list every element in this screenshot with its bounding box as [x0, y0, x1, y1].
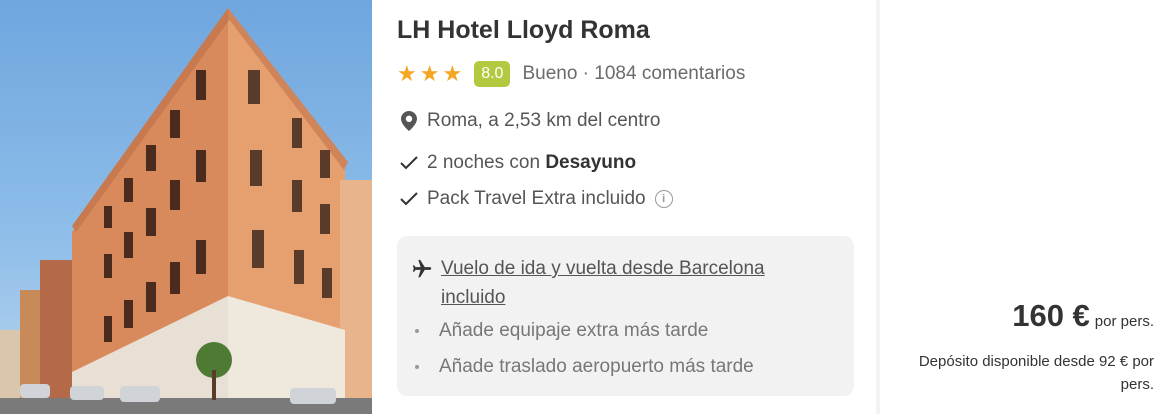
location-row: Roma, a 2,53 km del centro [397, 110, 660, 132]
star-icon: ★ [442, 61, 463, 86]
airport-transfer-text: Añade traslado aeropuerto más tarde [439, 356, 754, 377]
info-icon[interactable]: i [654, 190, 673, 208]
price-amount: 160 € [1012, 298, 1090, 333]
check-icon [397, 192, 421, 206]
nights-prefix: 2 noches con [427, 152, 546, 173]
board-type: Desayuno [545, 152, 637, 173]
nights-row: 2 noches con Desayuno [397, 152, 636, 174]
pack-row: Pack Travel Extra incluido i [397, 188, 673, 210]
location-text: Roma, a 2,53 km del centro [427, 110, 661, 131]
hotel-info: LH Hotel Lloyd Roma ★ ★ ★ 8.0 Bueno · 10… [372, 0, 878, 414]
price-unit: por pers. [1094, 313, 1154, 330]
hotel-photo[interactable] [0, 0, 372, 414]
location-pin-icon [397, 111, 421, 131]
extra-luggage-item: Añade equipaje extra más tarde [415, 320, 708, 342]
extra-luggage-text: Añade equipaje extra más tarde [439, 320, 709, 341]
nights-text: 2 noches con Desayuno [427, 152, 636, 174]
flight-box: Vuelo de ida y vuelta desde Barcelona in… [397, 236, 854, 396]
airplane-icon [411, 254, 439, 312]
flight-included-link[interactable]: Vuelo de ida y vuelta desde Barcelona in… [441, 254, 811, 312]
bullet-icon [415, 329, 419, 333]
price-column: 160 € por pers. Depósito disponible desd… [880, 0, 1166, 414]
check-icon [397, 156, 421, 170]
price: 160 € por pers. [1012, 298, 1154, 334]
rating-row: ★ ★ ★ 8.0 Bueno · 1084 comentarios [397, 60, 745, 88]
airport-transfer-item: Añade traslado aeropuerto más tarde [415, 356, 754, 378]
pack-text: Pack Travel Extra incluido [427, 188, 646, 209]
star-icon: ★ [397, 61, 417, 86]
score-badge: 8.0 [474, 61, 511, 87]
bullet-icon [415, 365, 419, 369]
hotel-card[interactable]: LH Hotel Lloyd Roma ★ ★ ★ 8.0 Bueno · 10… [0, 0, 1166, 414]
hotel-building-image [0, 8, 372, 414]
deposit-text: Depósito disponible desde 92 € por pers. [918, 353, 1154, 393]
star-icon: ★ [419, 61, 440, 86]
rating-summary[interactable]: Bueno · 1084 comentarios [522, 63, 745, 85]
flight-line: Vuelo de ida y vuelta desde Barcelona in… [411, 254, 811, 312]
hotel-name[interactable]: LH Hotel Lloyd Roma [397, 16, 650, 45]
